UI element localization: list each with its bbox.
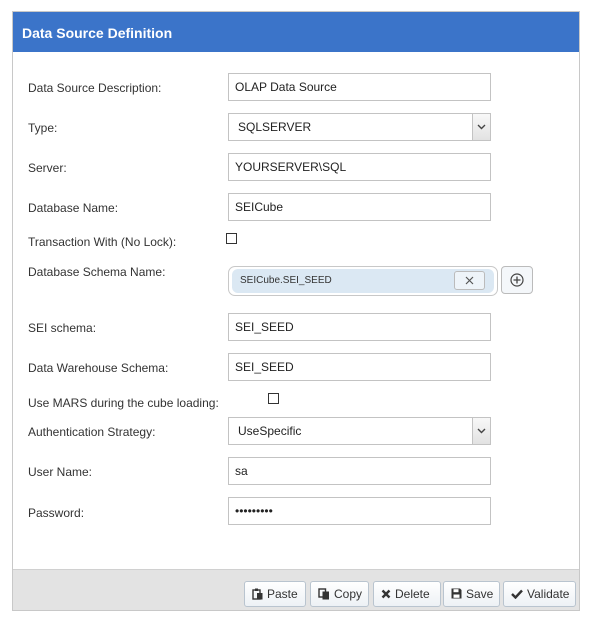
no-lock-checkbox[interactable] [226, 233, 237, 244]
dialog-footer: Paste Copy Delete Save Validate [13, 569, 579, 610]
save-button[interactable]: Save [443, 581, 500, 607]
plus-circle-icon [510, 273, 524, 287]
check-icon [511, 589, 523, 599]
dw-schema-field[interactable] [228, 353, 491, 381]
password-field[interactable] [228, 497, 491, 525]
type-select-toggle[interactable] [472, 114, 490, 140]
auth-strategy-select[interactable]: UseSpecific [228, 417, 491, 445]
description-field[interactable] [228, 73, 491, 101]
no-lock-label: Transaction With (No Lock): [28, 235, 177, 249]
delete-button-label: Delete [395, 587, 430, 601]
auth-strategy-value: UseSpecific [238, 424, 302, 438]
copy-button[interactable]: Copy [310, 581, 369, 607]
user-name-field[interactable] [228, 457, 491, 485]
type-label: Type: [28, 121, 58, 135]
save-icon [451, 588, 462, 599]
user-name-label: User Name: [28, 465, 93, 479]
use-mars-label: Use MARS during the cube loading: [28, 396, 219, 410]
delete-button[interactable]: Delete [373, 581, 441, 607]
sei-schema-field[interactable] [228, 313, 491, 341]
schema-name-tag-input[interactable]: SEICube.SEI_SEED [228, 266, 498, 296]
paste-button[interactable]: Paste [244, 581, 306, 607]
sei-schema-label: SEI schema: [28, 321, 97, 335]
paste-icon [252, 588, 263, 600]
chevron-down-icon [477, 428, 486, 434]
schema-name-label: Database Schema Name: [28, 265, 166, 279]
copy-icon [318, 588, 329, 600]
add-schema-button[interactable] [501, 266, 533, 294]
server-label: Server: [28, 161, 67, 175]
auth-strategy-toggle[interactable] [472, 418, 490, 444]
password-label: Password: [28, 506, 85, 520]
schema-tag-label: SEICube.SEI_SEED [240, 275, 332, 286]
validate-button[interactable]: Validate [503, 581, 576, 607]
database-name-field[interactable] [228, 193, 491, 221]
description-label: Data Source Description: [28, 81, 162, 95]
paste-button-label: Paste [267, 587, 298, 601]
type-select[interactable]: SQLSERVER [228, 113, 491, 141]
schema-tag-remove-button[interactable] [454, 271, 485, 290]
server-field[interactable] [228, 153, 491, 181]
data-source-dialog: Data Source Definition Data Source Descr… [12, 11, 580, 611]
auth-strategy-label: Authentication Strategy: [28, 425, 156, 439]
schema-tag: SEICube.SEI_SEED [232, 269, 494, 293]
use-mars-checkbox[interactable] [268, 393, 279, 404]
type-select-value: SQLSERVER [238, 120, 312, 134]
dialog-title: Data Source Definition [13, 12, 579, 52]
copy-button-label: Copy [334, 587, 363, 601]
delete-icon [381, 589, 391, 599]
save-button-label: Save [466, 587, 494, 601]
dw-schema-label: Data Warehouse Schema: [28, 361, 169, 375]
close-icon [465, 276, 474, 285]
database-name-label: Database Name: [28, 201, 119, 215]
validate-button-label: Validate [527, 587, 570, 601]
chevron-down-icon [477, 124, 486, 130]
